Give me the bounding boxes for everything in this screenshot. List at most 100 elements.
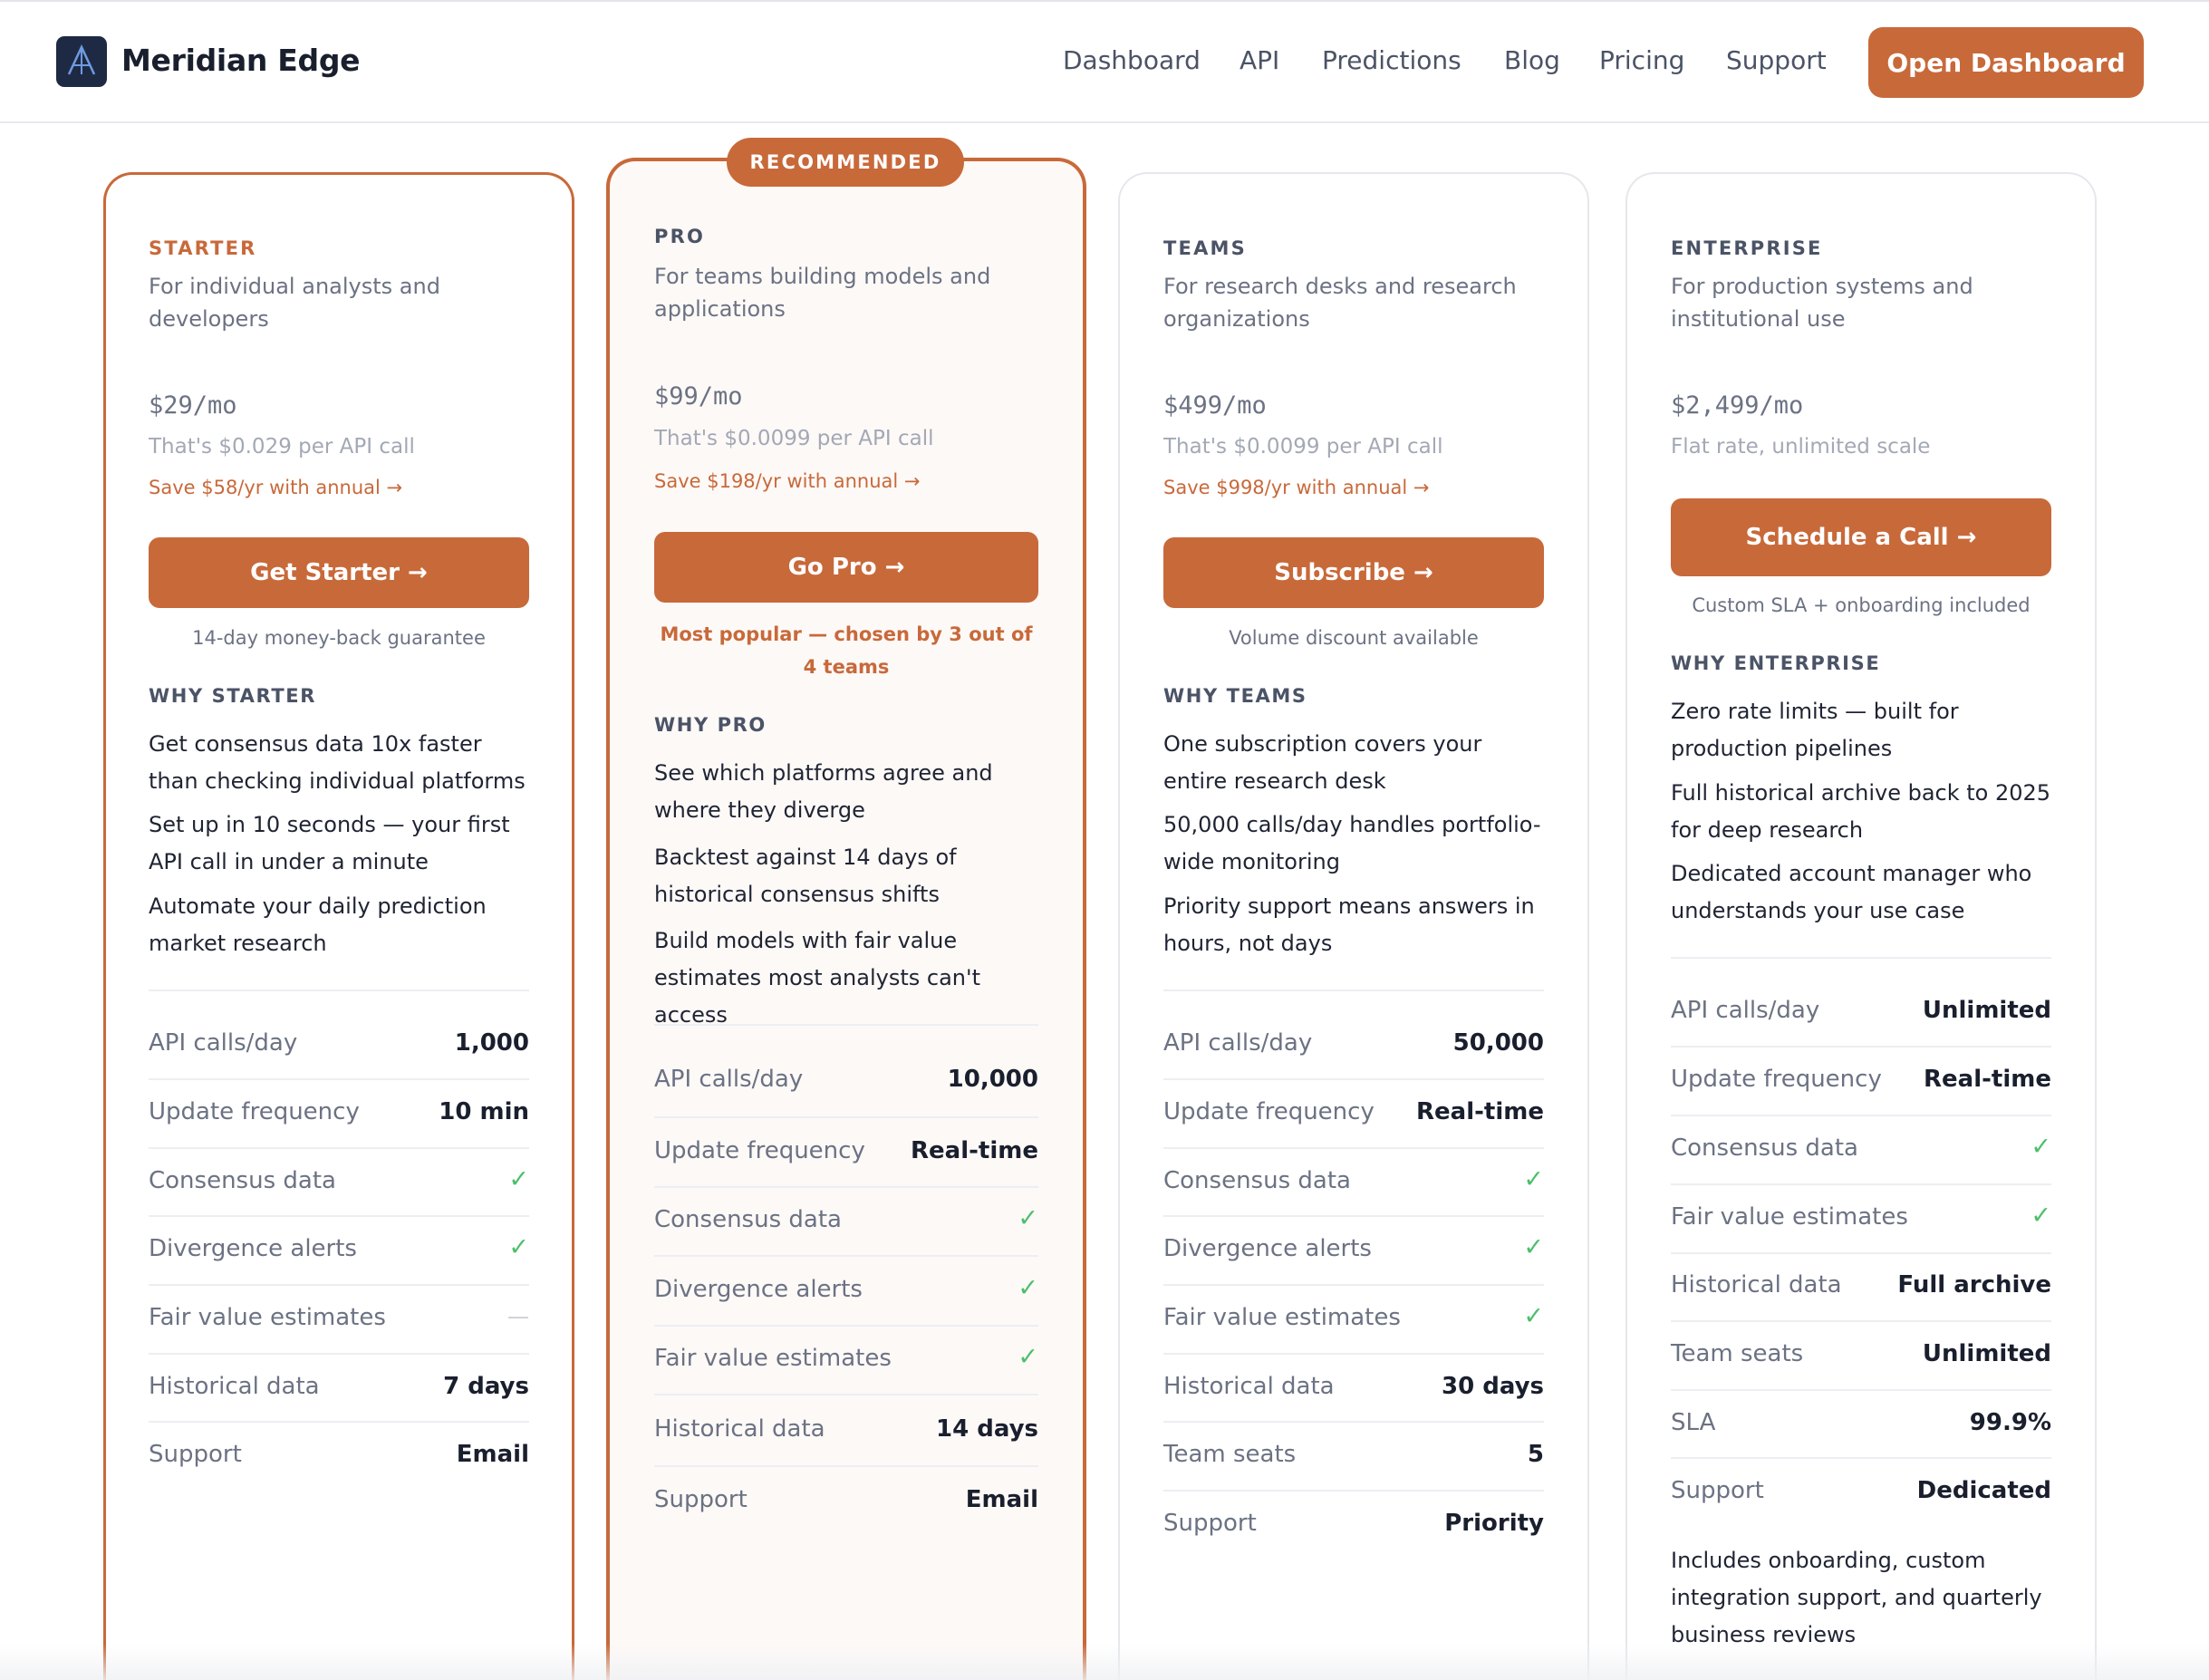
check-icon: ✓ — [508, 1233, 529, 1261]
divider — [1163, 1215, 1544, 1217]
why-heading: WHY STARTER — [149, 685, 316, 707]
annual-savings-link[interactable]: Save $198/yr with annual → — [654, 470, 920, 492]
check-icon: ✓ — [2031, 1133, 2051, 1161]
plan-tier: STARTER — [149, 237, 257, 259]
annual-savings-link[interactable]: Save $58/yr with annual → — [149, 477, 402, 498]
feature-label: Historical data — [1163, 1373, 1335, 1400]
plan-price: $99/mo — [654, 382, 743, 410]
nav-blog[interactable]: Blog — [1504, 45, 1560, 75]
feature-value: 14 days — [935, 1415, 1038, 1443]
divider — [654, 1255, 1038, 1257]
brand-name[interactable]: Meridian Edge — [121, 43, 361, 78]
divider — [1163, 990, 1544, 991]
divider — [1671, 1183, 2051, 1185]
feature-value: Dedicated — [1916, 1477, 2051, 1504]
feature-label: API calls/day — [1163, 1029, 1313, 1057]
divider — [654, 1024, 1038, 1026]
plan-price: $29/mo — [149, 391, 237, 420]
go-pro-button[interactable]: Go Pro → — [654, 532, 1038, 603]
feature-value: 1,000 — [454, 1029, 529, 1057]
benefit-item: Build models with fair value estimates m… — [654, 928, 981, 1028]
feature-label: Support — [1163, 1510, 1257, 1537]
nav-predictions[interactable]: Predictions — [1322, 45, 1461, 75]
bottom-fade — [0, 1644, 2209, 1680]
feature-value: 10 min — [439, 1098, 529, 1125]
open-dashboard-button[interactable]: Open Dashboard — [1868, 27, 2144, 98]
feature-label: API calls/day — [149, 1029, 298, 1057]
annual-savings-link[interactable]: Save $998/yr with annual → — [1163, 477, 1429, 498]
check-icon: ✓ — [1018, 1343, 1038, 1371]
divider — [1671, 1457, 2051, 1459]
plan-description: For individual analysts and developers — [149, 274, 440, 332]
nav-api[interactable]: API — [1240, 45, 1279, 75]
feature-label: Historical data — [1671, 1271, 1842, 1299]
divider — [1671, 1389, 2051, 1391]
feature-label: API calls/day — [1671, 997, 1820, 1024]
why-heading: WHY TEAMS — [1163, 685, 1307, 707]
feature-value: 50,000 — [1452, 1029, 1544, 1057]
feature-label: Divergence alerts — [654, 1276, 863, 1303]
feature-label: Divergence alerts — [1163, 1235, 1372, 1262]
feature-label: Consensus data — [149, 1167, 336, 1194]
plan-footer-note: Includes onboarding, custom integration … — [1671, 1548, 2042, 1647]
benefit-item: Priority support means answers in hours,… — [1163, 893, 1535, 956]
benefit-item: Set up in 10 seconds — your first API ca… — [149, 812, 510, 874]
plan-note: Most popular — chosen by 3 out of 4 team… — [660, 623, 1033, 678]
plan-tier: PRO — [654, 226, 706, 247]
divider — [1671, 1046, 2051, 1048]
check-icon: ✓ — [2031, 1202, 2051, 1230]
check-icon: ✓ — [1523, 1302, 1544, 1330]
feature-label: Update frequency — [654, 1137, 865, 1164]
divider — [149, 1215, 529, 1217]
divider — [1163, 1078, 1544, 1080]
plan-note: Custom SLA + onboarding included — [1692, 594, 2031, 616]
divider — [654, 1186, 1038, 1188]
plan-note: 14-day money-back guarantee — [192, 627, 486, 649]
divider — [654, 1394, 1038, 1395]
nav-dashboard[interactable]: Dashboard — [1063, 45, 1201, 75]
nav-support[interactable]: Support — [1726, 45, 1827, 75]
divider — [1163, 1284, 1544, 1286]
nav-pricing[interactable]: Pricing — [1599, 45, 1684, 75]
divider — [1163, 1490, 1544, 1492]
feature-label: Update frequency — [1671, 1066, 1882, 1093]
plan-note: Volume discount available — [1229, 627, 1479, 649]
why-heading: WHY ENTERPRISE — [1671, 652, 1881, 674]
plan-per-call: That's $0.0099 per API call — [654, 427, 934, 450]
feature-value: Unlimited — [1922, 997, 2051, 1024]
plan-description: For production systems and institutional… — [1671, 274, 1973, 332]
feature-value: 99.9% — [1969, 1409, 2051, 1436]
feature-label: SLA — [1671, 1409, 1716, 1436]
feature-label: Support — [1671, 1477, 1764, 1504]
feature-label: Support — [654, 1486, 748, 1513]
feature-value: Full archive — [1897, 1271, 2051, 1299]
feature-label: Support — [149, 1441, 242, 1468]
benefit-item: Dedicated account manager who understand… — [1671, 861, 2032, 923]
feature-value: 30 days — [1441, 1373, 1544, 1400]
recommended-badge: RECOMMENDED — [727, 138, 964, 187]
divider — [149, 1353, 529, 1355]
benefit-item: 50,000 calls/day handles portfolio-wide … — [1163, 812, 1541, 874]
feature-label: Historical data — [149, 1373, 320, 1400]
feature-label: Team seats — [1163, 1441, 1297, 1468]
feature-label: Team seats — [1671, 1340, 1804, 1367]
divider — [654, 1465, 1038, 1467]
feature-value: Email — [965, 1486, 1038, 1513]
benefit-item: See which platforms agree and where they… — [654, 760, 993, 823]
divider — [654, 1116, 1038, 1118]
logo-icon[interactable] — [56, 36, 107, 87]
get-starter-button[interactable]: Get Starter → — [149, 537, 529, 608]
feature-label: Historical data — [654, 1415, 825, 1443]
schedule-call-button[interactable]: Schedule a Call → — [1671, 498, 2051, 576]
plan-per-call: That's $0.029 per API call — [149, 435, 415, 459]
feature-value: Real-time — [1416, 1098, 1544, 1125]
divider — [149, 990, 529, 991]
plan-description: For research desks and research organiza… — [1163, 274, 1517, 332]
divider — [149, 1147, 529, 1149]
check-icon: ✓ — [508, 1165, 529, 1193]
plan-price: $2,499/mo — [1671, 391, 1804, 420]
subscribe-button[interactable]: Subscribe → — [1163, 537, 1544, 608]
feature-value: 5 — [1527, 1441, 1544, 1468]
check-icon: ✓ — [1523, 1233, 1544, 1261]
feature-label: Consensus data — [1671, 1134, 1858, 1162]
